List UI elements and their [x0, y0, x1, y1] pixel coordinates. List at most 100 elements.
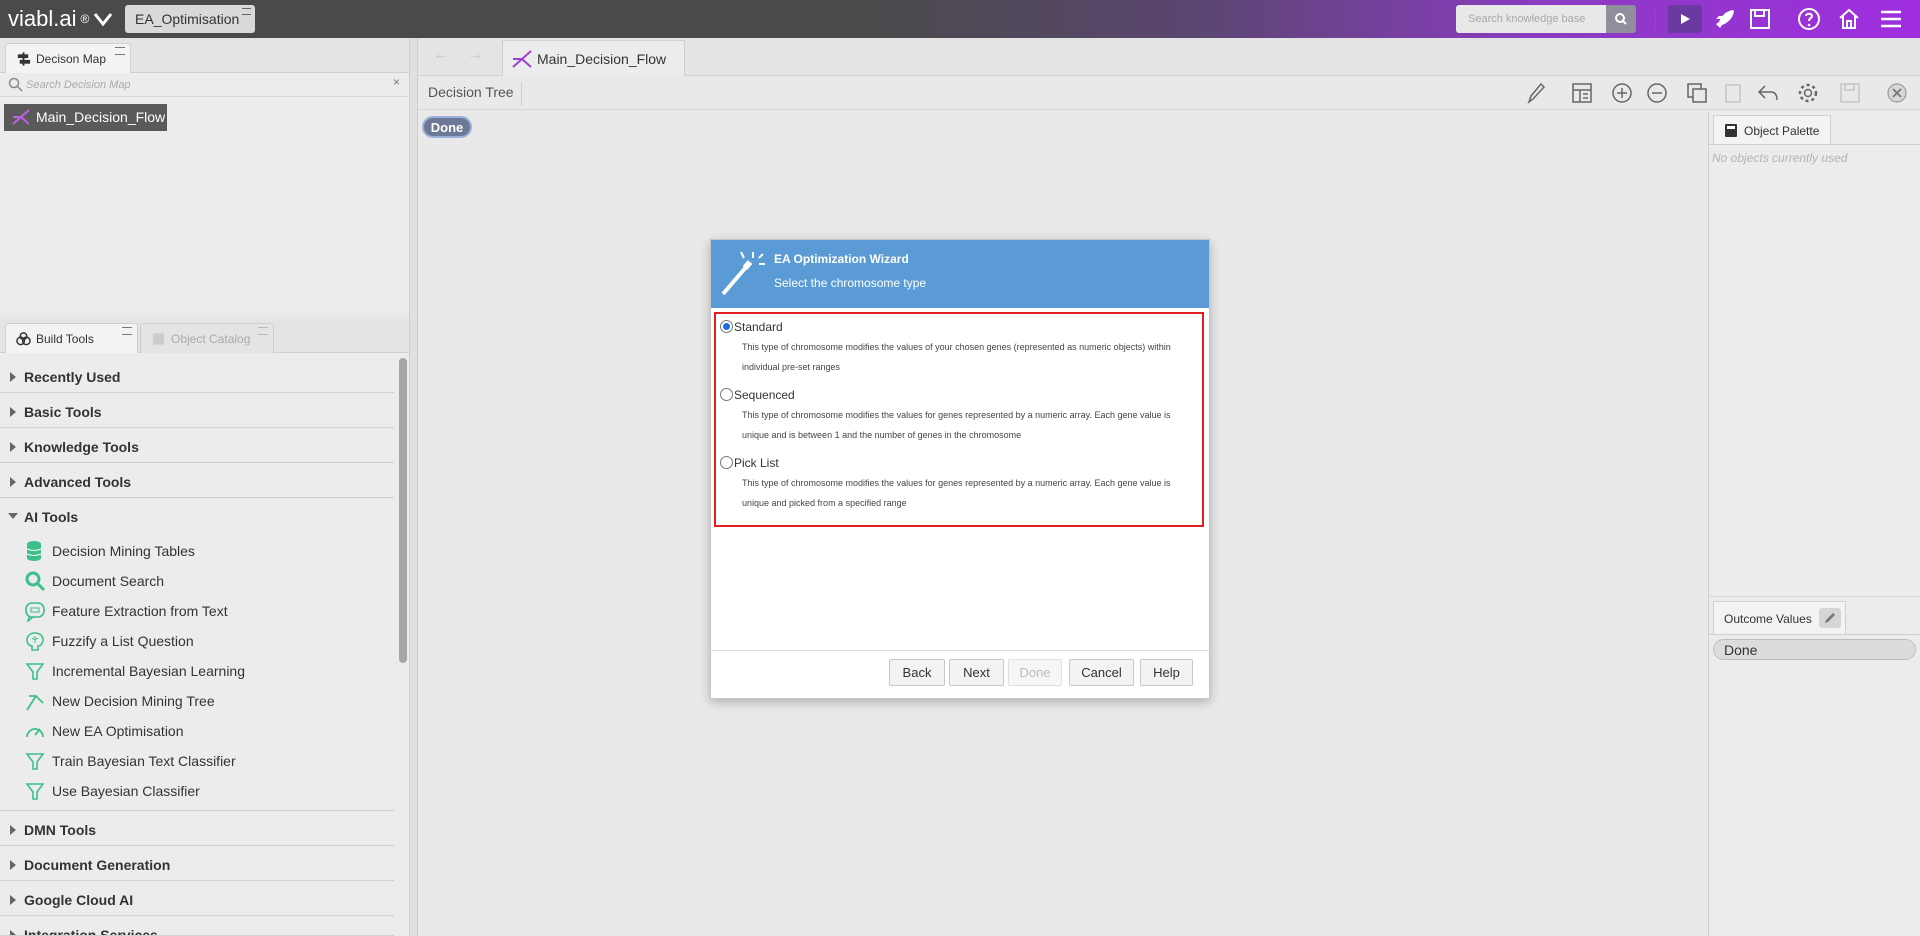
category-integration-services[interactable]: Integration Services	[0, 917, 394, 936]
category-document-generation[interactable]: Document Generation	[0, 847, 394, 881]
category-label: Knowledge Tools	[24, 439, 139, 455]
option-description: This type of chromosome modifies the val…	[742, 478, 1171, 508]
option-pick-list[interactable]: Pick List This type of chromosome modifi…	[720, 456, 1200, 516]
tool-incremental-bayesian[interactable]: Incremental Bayesian Learning	[24, 656, 245, 686]
logo-text: viabl.ai	[8, 6, 77, 31]
divider	[0, 810, 394, 811]
category-ai-tools[interactable]: AI Tools	[0, 499, 394, 533]
option-sequenced[interactable]: Sequenced This type of chromosome modifi…	[720, 388, 1200, 448]
expand-arrow-icon	[10, 407, 16, 417]
ea-optimization-wizard: EA Optimization Wizard Select the chromo…	[710, 239, 1210, 699]
settings-gear-icon[interactable]	[1796, 81, 1820, 105]
right-panel	[1708, 112, 1920, 936]
tab-main-decision-flow[interactable]: Main_Decision_Flow	[502, 40, 685, 76]
zoom-in-icon[interactable]	[1610, 81, 1634, 105]
copy-icon[interactable]	[1685, 81, 1709, 105]
expand-arrow-icon	[10, 895, 16, 905]
magic-wand-icon	[721, 251, 765, 296]
category-advanced-tools[interactable]: Advanced Tools	[0, 464, 394, 498]
tool-decision-mining-tables[interactable]: Decision Mining Tables	[24, 536, 195, 566]
tool-document-search[interactable]: Document Search	[24, 566, 164, 596]
book-icon	[1725, 124, 1737, 137]
category-recently-used[interactable]: Recently Used	[0, 359, 394, 393]
home-icon[interactable]	[1837, 7, 1861, 31]
category-basic-tools[interactable]: Basic Tools	[0, 394, 394, 428]
edit-outcomes-button[interactable]	[1819, 608, 1841, 628]
cancel-button[interactable]: Cancel	[1069, 659, 1134, 686]
expand-arrow-icon	[10, 477, 16, 487]
help-button[interactable]: Help	[1140, 659, 1193, 686]
tool-train-bayesian-classifier[interactable]: Train Bayesian Text Classifier	[24, 746, 236, 776]
radio-standard[interactable]	[720, 320, 733, 333]
option-label: Sequenced	[734, 388, 795, 402]
chromosome-type-options: Standard This type of chromosome modifie…	[714, 312, 1204, 527]
save-icon[interactable]	[1748, 7, 1772, 31]
chevron-logo-icon	[94, 13, 113, 27]
project-tab-label: EA_Optimisation	[135, 11, 240, 27]
mining-tree-icon	[26, 694, 44, 711]
app-logo[interactable]: viabl.ai ®	[8, 6, 113, 32]
search-icon	[8, 77, 23, 92]
option-label: Standard	[734, 320, 783, 334]
properties-icon[interactable]	[1570, 81, 1594, 105]
decision-map-search-input[interactable]	[26, 76, 376, 93]
tab-build-tools[interactable]: Build Tools	[5, 323, 138, 353]
logo-registered: ®	[80, 12, 90, 26]
undo-icon[interactable]	[1756, 81, 1780, 105]
run-button[interactable]	[1668, 5, 1702, 33]
category-knowledge-tools[interactable]: Knowledge Tools	[0, 429, 394, 463]
forward-arrow-icon[interactable]: →	[467, 46, 483, 64]
hamburger-menu-icon[interactable]	[1879, 7, 1903, 31]
tool-new-ea-optimisation[interactable]: New EA Optimisation	[24, 716, 184, 746]
build-tools-scrollbar[interactable]	[399, 358, 407, 663]
divider	[1708, 596, 1920, 597]
decision-map-node[interactable]: Main_Decision_Flow	[4, 104, 167, 131]
tab-object-palette-label: Object Palette	[1744, 124, 1820, 138]
tool-label: Train Bayesian Text Classifier	[52, 753, 236, 769]
wizard-header: EA Optimization Wizard Select the chromo…	[711, 240, 1209, 308]
back-arrow-icon[interactable]: ←	[433, 46, 449, 64]
outcome-value-item[interactable]: Done	[1713, 639, 1916, 660]
category-label: Advanced Tools	[24, 474, 132, 490]
tool-label: Incremental Bayesian Learning	[52, 663, 246, 679]
divider	[1708, 144, 1920, 145]
tool-feature-extraction[interactable]: Feature Extraction from Text	[24, 596, 228, 626]
tab-menu-icon[interactable]	[115, 47, 125, 55]
pencil-icon[interactable]	[1524, 81, 1548, 105]
category-google-cloud-ai[interactable]: Google Cloud AI	[0, 882, 394, 916]
zoom-out-icon[interactable]	[1645, 81, 1669, 105]
rocket-icon[interactable]	[1713, 7, 1737, 31]
close-icon[interactable]	[1885, 81, 1909, 105]
wizard-subtitle: Select the chromosome type	[774, 276, 927, 290]
clear-search-icon[interactable]: ×	[393, 75, 400, 89]
help-icon[interactable]	[1797, 7, 1821, 31]
tab-menu-icon[interactable]	[258, 327, 268, 335]
option-description: This type of chromosome modifies the val…	[742, 342, 1171, 372]
gauge-icon	[26, 728, 44, 738]
category-label: AI Tools	[24, 509, 79, 525]
radio-sequenced[interactable]	[720, 388, 733, 401]
back-button[interactable]: Back	[889, 659, 945, 686]
next-button[interactable]: Next	[949, 659, 1004, 686]
building-blocks-icon	[16, 332, 31, 346]
tab-menu-icon[interactable]	[242, 8, 251, 15]
tab-menu-icon[interactable]	[122, 327, 132, 335]
play-icon	[1681, 14, 1690, 24]
search-button[interactable]	[1606, 5, 1636, 33]
project-tab[interactable]: EA_Optimisation	[125, 5, 255, 33]
tool-fuzzify-list[interactable]: Fuzzify a List Question	[24, 626, 194, 656]
done-node[interactable]: Done	[422, 116, 472, 138]
tab-object-palette[interactable]: Object Palette	[1713, 115, 1831, 144]
database-icon	[26, 541, 42, 561]
tab-decision-map[interactable]: Decison Map	[5, 43, 131, 73]
tool-new-decision-mining-tree[interactable]: New Decision Mining Tree	[24, 686, 215, 716]
option-standard[interactable]: Standard This type of chromosome modifie…	[720, 320, 1200, 380]
panel-splitter[interactable]	[409, 38, 418, 936]
pencil-icon	[1825, 613, 1835, 623]
view-label: Decision Tree	[428, 84, 514, 100]
category-dmn-tools[interactable]: DMN Tools	[0, 812, 394, 846]
knowledge-base-search-input[interactable]	[1456, 5, 1606, 33]
tool-use-bayesian-classifier[interactable]: Use Bayesian Classifier	[24, 776, 200, 806]
tab-object-catalog[interactable]: Object Catalog	[140, 323, 274, 353]
radio-pick-list[interactable]	[720, 456, 733, 469]
